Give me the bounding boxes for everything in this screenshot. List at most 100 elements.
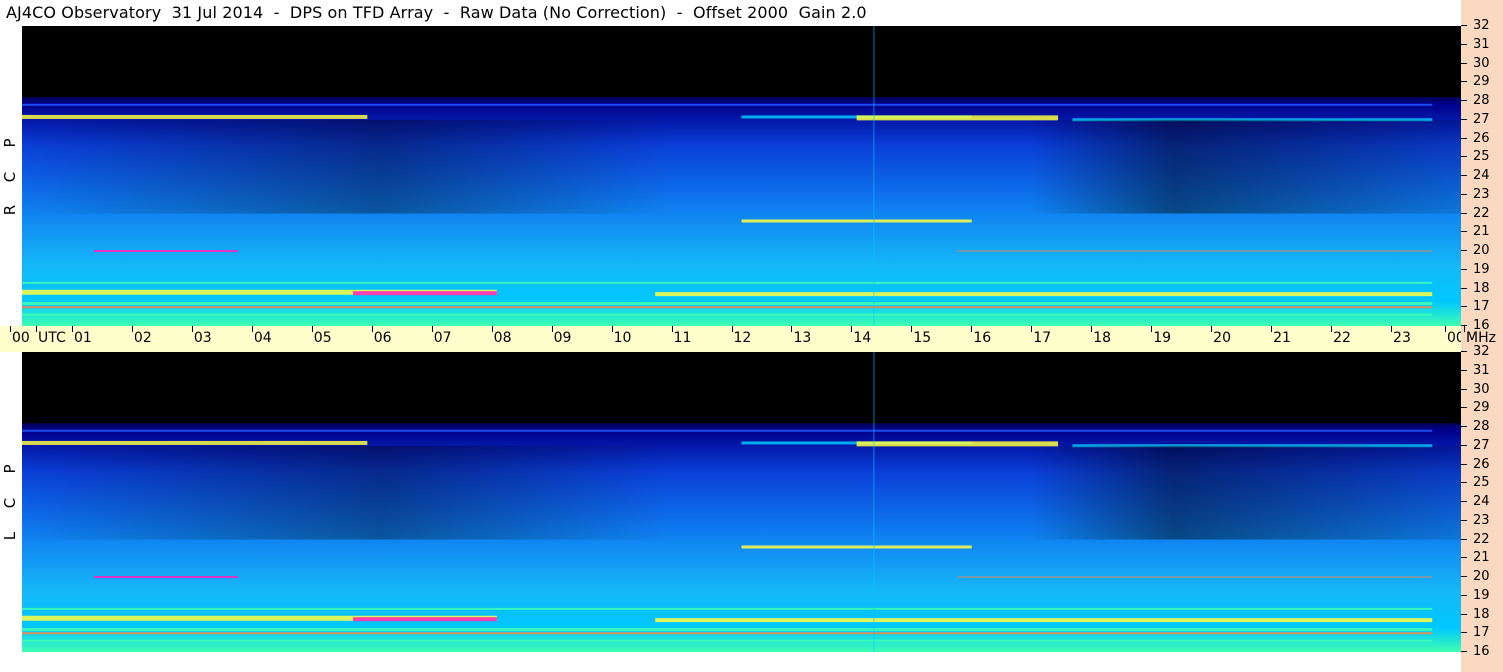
time-tick-label: 20	[1211, 326, 1231, 346]
frequency-tick-label: 25	[1461, 150, 1490, 164]
propagation-shading	[22, 119, 1461, 214]
frequency-tick-label: 21	[1461, 551, 1490, 565]
signal-band	[22, 281, 1433, 284]
frequency-tick-label: 23	[1461, 513, 1490, 528]
time-tick-label: 05	[311, 326, 332, 346]
signal-band	[22, 103, 1433, 106]
frequency-tick-label: 18	[1461, 607, 1490, 622]
signal-band	[741, 545, 972, 549]
frequency-tick-label: 24	[1461, 169, 1490, 183]
time-tick-label: 10	[611, 326, 632, 346]
signal-band	[22, 632, 1433, 635]
time-tick-label: 07	[431, 326, 452, 346]
time-tick-label: 01	[71, 326, 92, 346]
frequency-tick-label: 31	[1461, 37, 1490, 52]
frequency-tick-label: 28	[1461, 420, 1490, 434]
frequency-tick-label: 25	[1461, 476, 1490, 490]
signal-band	[957, 576, 1433, 578]
time-tick-label: 08	[491, 326, 512, 346]
frequency-tick-label: 23	[1461, 187, 1490, 202]
time-axis-utc: UTC	[36, 326, 66, 346]
time-tick-label: 06	[371, 326, 392, 346]
rcp-spectrogram-plot	[22, 26, 1461, 326]
signal-band	[22, 114, 368, 119]
signal-band	[655, 292, 1433, 297]
time-tick-label: 18	[1091, 326, 1112, 346]
frequency-tick-label: 27	[1461, 438, 1490, 453]
time-tick-label: 16	[971, 326, 992, 346]
lcp-letter-c: C	[1, 497, 19, 509]
frequency-tick-label: 22	[1461, 532, 1490, 547]
rcp-spectrogram	[22, 26, 1461, 326]
frequency-tick-label: 29	[1461, 75, 1490, 89]
rcp-letter-c: C	[1, 171, 19, 183]
chart-title: AJ4CO Observatory 31 Jul 2014 - DPS on T…	[6, 3, 867, 22]
time-tick-label: 00	[10, 326, 30, 346]
frequency-tick-label: 24	[1461, 495, 1490, 509]
interference-line	[873, 352, 875, 652]
propagation-shading	[22, 445, 1461, 540]
frequency-tick-label: 16	[1461, 645, 1490, 659]
signal-band	[22, 607, 1433, 610]
time-tick-label: 14	[851, 326, 872, 346]
frequency-tick-label: 31	[1461, 363, 1490, 378]
signal-band	[352, 291, 497, 296]
time-tick-label: 03	[191, 326, 212, 346]
time-tick-label: 19	[1151, 326, 1172, 346]
time-tick-label: 22	[1331, 326, 1351, 346]
frequency-tick-label: 26	[1461, 131, 1490, 146]
signal-band	[22, 313, 1433, 316]
frequency-tick-label: 32	[1461, 345, 1490, 359]
signal-band	[22, 302, 1433, 305]
rcp-label: R C P	[0, 26, 20, 326]
signal-band	[22, 440, 368, 445]
frequency-tick-label: 29	[1461, 401, 1490, 415]
time-axis: 00 UTC 01 02 03 04 05 06 07 08 09 10 11 12 13 14 15 16 17 1…	[0, 326, 1465, 352]
frequency-tick-label: 17	[1461, 626, 1490, 640]
signal-band	[741, 219, 972, 223]
signal-band	[352, 617, 497, 622]
rcp-letter-r: R	[1, 204, 19, 216]
time-tick-label: 09	[551, 326, 572, 346]
frequency-unit: MHz	[1464, 326, 1496, 346]
frequency-tick-label: 20	[1461, 244, 1490, 258]
signal-band	[93, 576, 238, 578]
frequency-tick-label: 30	[1461, 382, 1490, 397]
time-tick-label: 02	[131, 326, 152, 346]
frequency-tick-label: 18	[1461, 281, 1490, 296]
frequency-tick-label: 32	[1461, 19, 1490, 33]
time-tick-label: 15	[911, 326, 932, 346]
frequency-tick-label: 19	[1461, 588, 1490, 603]
quiet-band	[22, 352, 1461, 424]
time-tick-label: 11	[671, 326, 692, 346]
lcp-spectrogram	[22, 352, 1461, 652]
signal-band	[856, 441, 1059, 447]
frequency-tick-label: 20	[1461, 570, 1490, 584]
time-tick-label: 23	[1391, 326, 1411, 346]
lcp-spectrogram-plot	[22, 352, 1461, 652]
time-tick-label: 21	[1271, 326, 1291, 346]
frequency-tick-label: 19	[1461, 262, 1490, 277]
frequency-tick-label: 22	[1461, 206, 1490, 221]
signal-band	[655, 618, 1433, 623]
signal-band	[22, 306, 1433, 309]
time-tick-label: 04	[251, 326, 272, 346]
signal-band	[93, 250, 238, 252]
signal-band	[22, 429, 1433, 432]
signal-band	[856, 115, 1059, 121]
signal-band	[22, 628, 1433, 631]
frequency-tick-label: 28	[1461, 94, 1490, 108]
quiet-band	[22, 26, 1461, 98]
lcp-label: L C P	[0, 352, 20, 652]
rcp-letter-p: P	[1, 138, 19, 148]
signal-band	[22, 639, 1433, 642]
time-tick-label: 17	[1031, 326, 1052, 346]
signal-band	[957, 250, 1433, 252]
lcp-letter-l: L	[1, 531, 19, 541]
frequency-tick-label: 21	[1461, 225, 1490, 239]
interference-line	[873, 26, 875, 326]
frequency-tick-label: 26	[1461, 457, 1490, 472]
frequency-tick-label: 27	[1461, 112, 1490, 127]
time-tick-label: 12	[731, 326, 752, 346]
time-tick-label: 13	[791, 326, 812, 346]
